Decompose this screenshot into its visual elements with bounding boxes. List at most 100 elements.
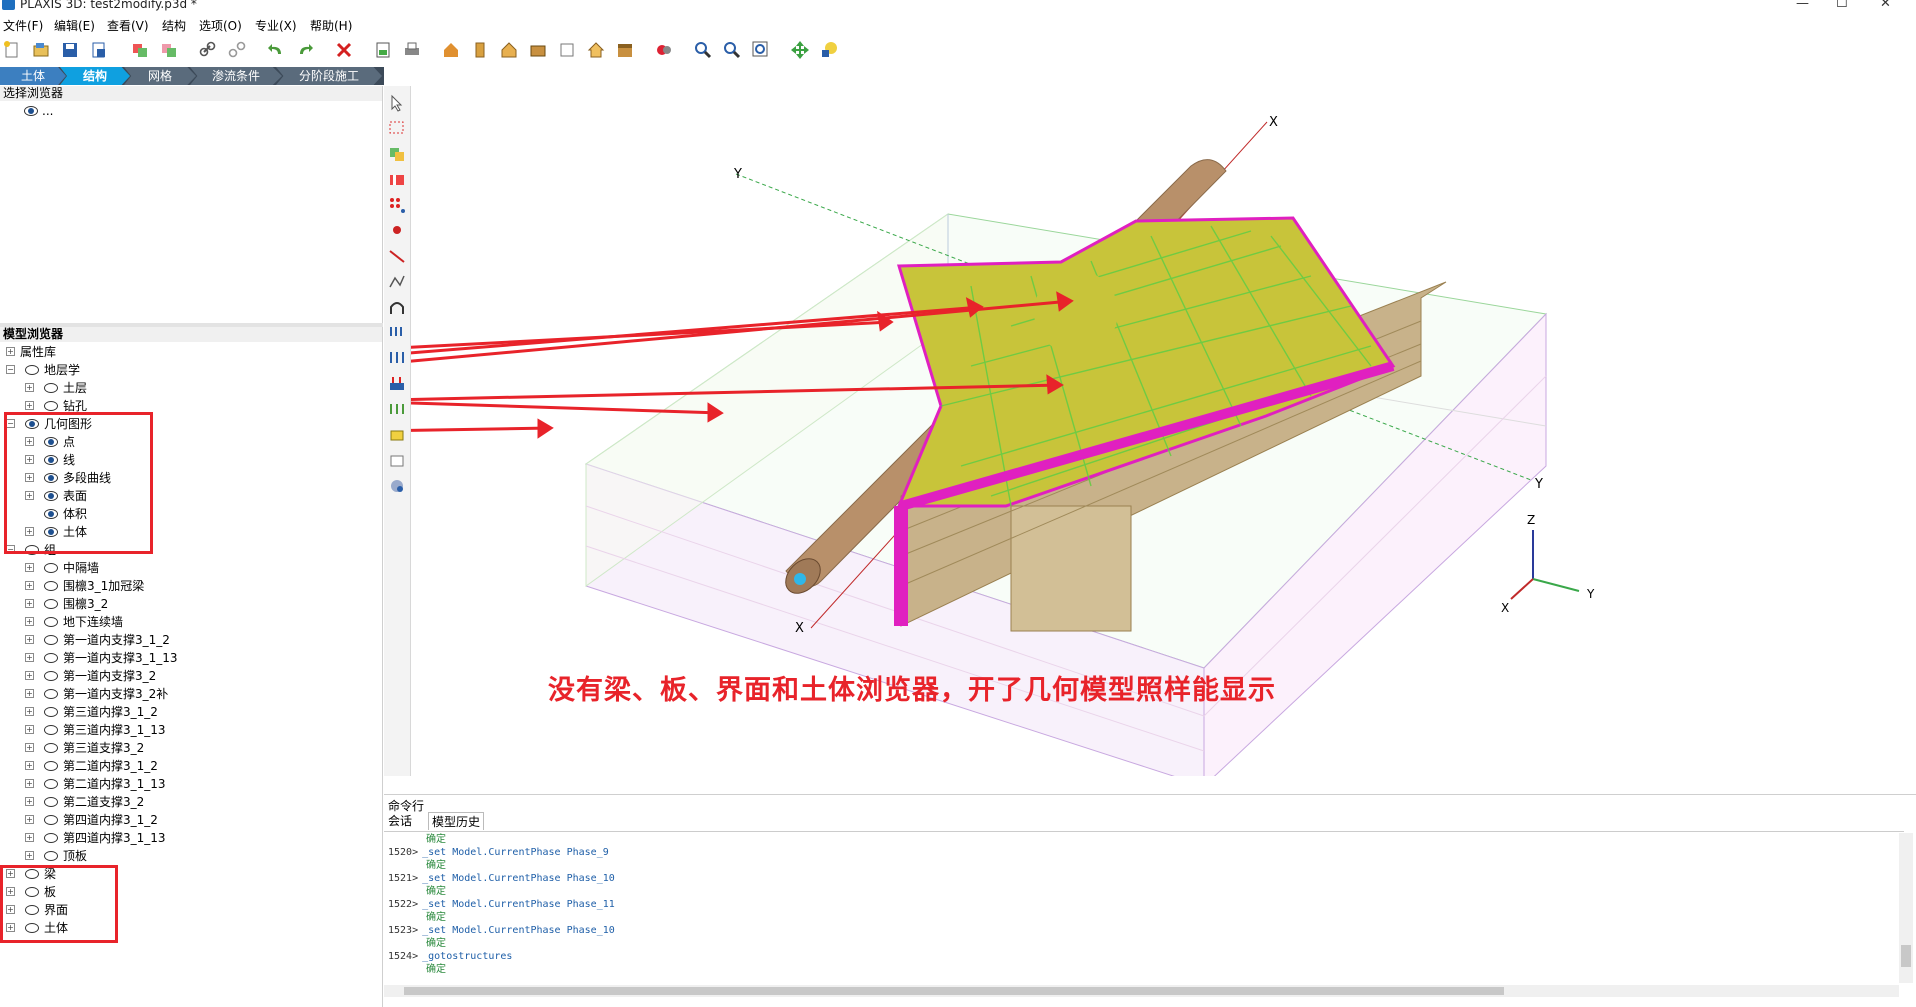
expand-icon[interactable]: + <box>25 725 34 734</box>
visibility-eye-icon[interactable] <box>44 815 58 825</box>
surface-load-icon[interactable] <box>388 375 406 393</box>
visibility-eye-icon[interactable] <box>44 779 58 789</box>
move-icon[interactable] <box>790 40 810 60</box>
redo-icon[interactable] <box>295 40 315 60</box>
well-icon[interactable] <box>388 426 406 444</box>
close-button[interactable]: ✕ <box>1880 0 1891 11</box>
view-roof-icon[interactable] <box>615 40 635 60</box>
report-icon[interactable] <box>373 40 393 60</box>
expand-icon[interactable]: + <box>25 617 34 626</box>
visibility-eye-icon[interactable] <box>44 833 58 843</box>
zoom-in-icon[interactable] <box>693 40 713 60</box>
menu-structures[interactable]: 结构 <box>162 17 186 34</box>
print-icon[interactable] <box>402 40 422 60</box>
menu-file[interactable]: 文件(F) <box>3 17 43 34</box>
scrollbar-thumb[interactable] <box>1901 945 1911 967</box>
anchor-icon[interactable] <box>388 477 406 495</box>
line-load-icon[interactable] <box>388 350 406 368</box>
zoom-out-icon[interactable] <box>722 40 742 60</box>
minimize-button[interactable]: — <box>1796 0 1809 11</box>
create-tunnel-icon[interactable] <box>388 298 406 316</box>
tab-flow-conditions[interactable]: 渗流条件 <box>190 67 282 85</box>
tree-item[interactable]: + 第二道内撑3_1_13 <box>0 775 380 793</box>
expand-icon[interactable]: + <box>25 653 34 662</box>
expand-icon[interactable]: + <box>25 635 34 644</box>
vertical-scrollbar[interactable] <box>1899 833 1913 983</box>
expand-icon[interactable]: + <box>25 401 34 410</box>
visibility-eye-icon[interactable] <box>44 743 58 753</box>
select-box-icon[interactable] <box>388 119 406 137</box>
tab-structures[interactable]: 结构 <box>60 67 130 85</box>
tree-item[interactable]: + 顶板 <box>0 847 380 865</box>
tree-item[interactable]: + 属性库 <box>0 343 380 361</box>
visibility-eye-icon[interactable] <box>44 563 58 573</box>
visibility-eye-icon[interactable] <box>44 851 58 861</box>
tab-session[interactable]: 会话 <box>388 812 412 829</box>
expand-icon[interactable]: + <box>25 599 34 608</box>
expand-icon[interactable]: + <box>25 815 34 824</box>
tree-item[interactable]: + 第一道内支撑3_2 <box>0 667 380 685</box>
visibility-eye-icon[interactable] <box>44 653 58 663</box>
point-load-icon[interactable] <box>388 324 406 342</box>
view-house-icon[interactable] <box>586 40 606 60</box>
tree-item[interactable]: + 围檩3_1加冠梁 <box>0 577 380 595</box>
expand-icon[interactable]: + <box>25 689 34 698</box>
tree-item[interactable]: + 第一道内支撑3_1_2 <box>0 631 380 649</box>
visibility-eye-icon[interactable] <box>44 383 58 393</box>
view-box-icon[interactable] <box>557 40 577 60</box>
collapse-icon[interactable]: − <box>6 365 15 374</box>
expand-icon[interactable]: + <box>25 707 34 716</box>
expand-icon[interactable]: + <box>25 671 34 680</box>
visibility-eye-icon[interactable] <box>44 797 58 807</box>
tree-item[interactable]: + 第三道内撑3_1_2 <box>0 703 380 721</box>
expand-icon[interactable]: + <box>25 563 34 572</box>
visibility-eye-icon[interactable] <box>44 707 58 717</box>
import-geometry-icon[interactable] <box>130 40 150 60</box>
menu-options[interactable]: 选项(O) <box>199 17 242 34</box>
expand-icon[interactable]: + <box>25 581 34 590</box>
tab-soil[interactable]: 土体 <box>0 67 66 85</box>
tree-item[interactable]: + 第三道内撑3_1_13 <box>0 721 380 739</box>
expand-icon[interactable]: + <box>25 833 34 842</box>
menu-view[interactable]: 查看(V) <box>107 17 149 34</box>
visibility-eye-icon[interactable] <box>24 106 38 116</box>
menu-expert[interactable]: 专业(X) <box>255 17 297 34</box>
tree-item[interactable]: + 第二道支撑3_2 <box>0 793 380 811</box>
create-point-icon[interactable] <box>388 222 406 240</box>
tree-item[interactable]: + 第二道内撑3_1_2 <box>0 757 380 775</box>
expand-icon[interactable]: + <box>25 779 34 788</box>
hint-icon[interactable] <box>819 40 839 60</box>
create-polycurve-icon[interactable] <box>388 273 406 291</box>
save-as-icon[interactable] <box>89 40 109 60</box>
visibility-eye-icon[interactable] <box>44 617 58 627</box>
export-geometry-icon[interactable] <box>159 40 179 60</box>
tree-item[interactable]: + 围檩3_2 <box>0 595 380 613</box>
select-arrow-icon[interactable] <box>388 94 406 112</box>
tree-item[interactable]: + 第三道支撑3_2 <box>0 739 380 757</box>
prescribed-displacement-icon[interactable] <box>388 401 406 419</box>
visibility-eye-icon[interactable] <box>44 689 58 699</box>
undo-icon[interactable] <box>266 40 286 60</box>
expand-icon[interactable]: + <box>25 743 34 752</box>
tree-item[interactable]: + 土层 <box>0 379 380 397</box>
array-icon[interactable] <box>388 196 406 214</box>
tree-item[interactable]: + 第一道内支撑3_1_13 <box>0 649 380 667</box>
tab-staged-construction[interactable]: 分阶段施工 <box>276 67 382 85</box>
tree-item[interactable]: + 中隔墙 <box>0 559 380 577</box>
create-structure-icon[interactable] <box>388 171 406 189</box>
visibility-eye-icon[interactable] <box>44 761 58 771</box>
menu-edit[interactable]: 编辑(E) <box>54 17 95 34</box>
tree-item[interactable]: + 地下连续墙 <box>0 613 380 631</box>
selection-explorer-item[interactable]: ... <box>8 102 308 120</box>
tab-model-history[interactable]: 模型历史 <box>428 812 485 830</box>
expand-icon[interactable]: + <box>25 797 34 806</box>
unlink-icon[interactable] <box>227 40 247 60</box>
visibility-eye-icon[interactable] <box>44 635 58 645</box>
horizontal-scrollbar[interactable] <box>384 985 1899 997</box>
maximize-button[interactable]: ☐ <box>1836 0 1848 11</box>
visibility-eye-icon[interactable] <box>44 581 58 591</box>
tab-mesh[interactable]: 网格 <box>124 67 196 85</box>
visibility-eye-icon[interactable] <box>44 725 58 735</box>
tree-item[interactable]: + 第四道内撑3_1_2 <box>0 811 380 829</box>
link-icon[interactable] <box>198 40 218 60</box>
